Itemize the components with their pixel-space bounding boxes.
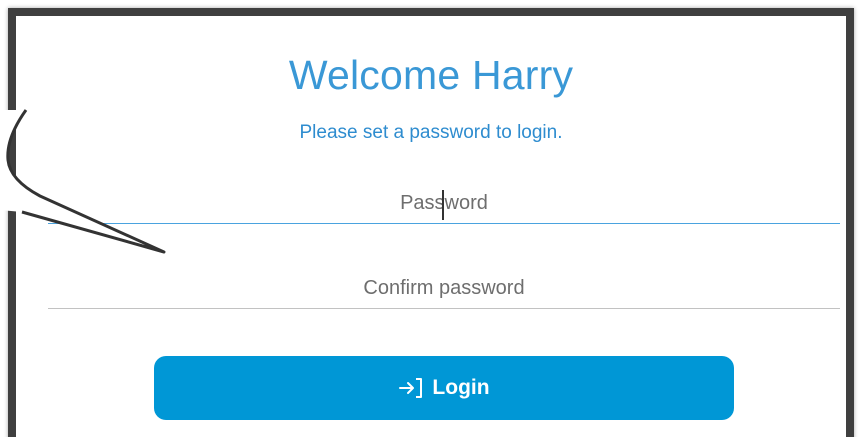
login-button[interactable]: Login bbox=[154, 356, 734, 420]
login-button-label: Login bbox=[432, 376, 490, 399]
confirm-password-field[interactable] bbox=[48, 269, 840, 309]
welcome-title: Welcome Harry bbox=[288, 52, 574, 98]
login-panel: Welcome Harry Please set a password to l… bbox=[8, 8, 854, 437]
screenshot-stage: Welcome Harry Please set a password to l… bbox=[0, 0, 861, 437]
password-field[interactable] bbox=[48, 184, 840, 224]
sign-in-arrow-icon bbox=[398, 377, 424, 399]
welcome-subtitle: Please set a password to login. bbox=[299, 122, 563, 143]
text-cursor bbox=[442, 190, 444, 220]
